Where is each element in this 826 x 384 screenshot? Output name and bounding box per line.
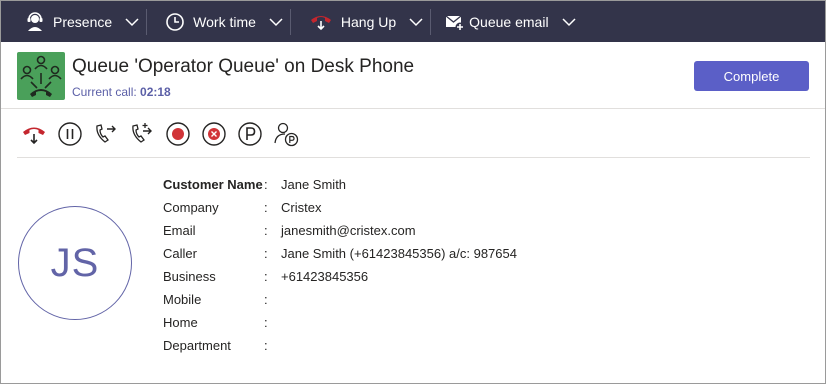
presence-button[interactable]: Presence bbox=[1, 1, 118, 42]
email-add-icon bbox=[445, 12, 465, 32]
toolbar: Presence Work time Hang Up Queue email bbox=[1, 1, 825, 42]
detail-label: Caller bbox=[163, 246, 197, 261]
queue-email-dropdown[interactable] bbox=[555, 1, 583, 42]
chevron-down-icon bbox=[125, 17, 139, 26]
hang-up-action[interactable] bbox=[21, 121, 47, 147]
queue-icon bbox=[17, 52, 65, 100]
chevron-down-icon bbox=[269, 17, 283, 26]
work-time-group: Work time bbox=[147, 1, 290, 42]
detail-label: Company bbox=[163, 200, 219, 215]
transfer-icon bbox=[96, 124, 116, 143]
queue-email-group: Queue email bbox=[431, 1, 582, 42]
detail-separator: : bbox=[264, 315, 268, 330]
stop-record-action[interactable] bbox=[201, 121, 227, 147]
current-call-time: 02:18 bbox=[140, 85, 171, 99]
queue-email-button[interactable]: Queue email bbox=[431, 1, 554, 42]
stop-record-icon bbox=[202, 122, 226, 146]
hang-up-label: Hang Up bbox=[340, 13, 397, 30]
detail-value: +61423845356 bbox=[281, 269, 369, 284]
detail-separator: : bbox=[264, 269, 268, 284]
hang-up-icon bbox=[23, 127, 45, 145]
presence-dropdown[interactable] bbox=[118, 1, 146, 42]
headset-icon bbox=[25, 11, 45, 32]
hang-up-icon bbox=[309, 12, 333, 32]
detail-value: Jane Smith bbox=[281, 177, 347, 192]
detail-separator: : bbox=[264, 177, 268, 192]
consult-transfer-action[interactable] bbox=[129, 121, 155, 147]
queue-email-label: Queue email bbox=[469, 13, 549, 30]
current-call-timer: Current call: 02:18 bbox=[72, 85, 171, 99]
detail-value: Jane Smith (+61423845356) a/c: 987654 bbox=[281, 246, 517, 261]
call-actions bbox=[17, 109, 810, 158]
transfer-action[interactable] bbox=[93, 121, 119, 147]
call-header: Queue 'Operator Queue' on Desk Phone Cur… bbox=[1, 42, 825, 109]
consult-transfer-icon bbox=[132, 123, 152, 143]
complete-button[interactable]: Complete bbox=[694, 61, 809, 91]
detail-value: Cristex bbox=[281, 200, 322, 215]
detail-separator: : bbox=[264, 338, 268, 353]
chevron-down-icon bbox=[409, 17, 423, 26]
detail-label: Mobile bbox=[163, 292, 202, 307]
hang-up-button[interactable]: Hang Up bbox=[291, 1, 402, 42]
detail-label: Customer Name bbox=[163, 177, 263, 192]
detail-separator: : bbox=[264, 200, 268, 215]
detail-separator: : bbox=[264, 246, 268, 261]
call-title: Queue 'Operator Queue' on Desk Phone bbox=[72, 56, 415, 77]
hold-action[interactable] bbox=[57, 121, 83, 147]
park-action[interactable] bbox=[237, 121, 263, 147]
record-action[interactable] bbox=[165, 121, 191, 147]
current-call-label: Current call: bbox=[72, 85, 137, 99]
detail-value: janesmith@cristex.com bbox=[281, 223, 416, 238]
presence-label: Presence bbox=[53, 13, 113, 30]
call-panel: Presence Work time Hang Up Queue email Q… bbox=[0, 0, 826, 384]
hang-up-group: Hang Up bbox=[291, 1, 430, 42]
chevron-down-icon bbox=[562, 17, 576, 26]
park-to-user-action[interactable] bbox=[273, 121, 299, 147]
work-time-dropdown[interactable] bbox=[262, 1, 290, 42]
hold-icon bbox=[58, 122, 82, 146]
detail-label: Email bbox=[163, 223, 196, 238]
avatar: JS bbox=[18, 206, 132, 320]
detail-separator: : bbox=[264, 223, 268, 238]
detail-label: Home bbox=[163, 315, 198, 330]
detail-label: Department bbox=[163, 338, 231, 353]
presence-group: Presence bbox=[1, 1, 146, 42]
park-to-user-icon bbox=[274, 122, 299, 147]
work-time-button[interactable]: Work time bbox=[147, 1, 262, 42]
clock-icon bbox=[165, 12, 185, 32]
avatar-initials: JS bbox=[50, 240, 100, 285]
detail-separator: : bbox=[264, 292, 268, 307]
detail-label: Business bbox=[163, 269, 216, 284]
record-icon bbox=[166, 122, 190, 146]
park-icon bbox=[238, 122, 262, 146]
hang-up-dropdown[interactable] bbox=[402, 1, 430, 42]
work-time-label: Work time bbox=[193, 13, 256, 30]
